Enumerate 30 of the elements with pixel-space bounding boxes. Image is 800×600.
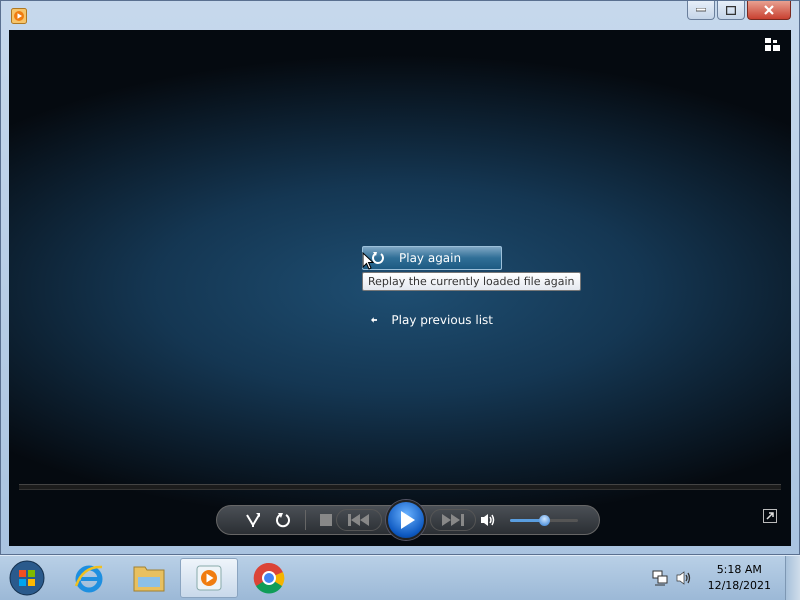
round-browser-icon — [253, 562, 285, 594]
menu-item[interactable]: Play previous list — [362, 308, 502, 332]
play-icon — [11, 8, 27, 24]
play-button[interactable] — [386, 500, 426, 540]
replay-icon — [371, 251, 385, 265]
repeat-icon[interactable] — [275, 512, 291, 528]
switch-view-icon[interactable] — [765, 38, 781, 52]
network-icon[interactable] — [652, 570, 668, 586]
next-button[interactable] — [430, 509, 476, 531]
play-icon — [196, 565, 222, 591]
maximize-icon — [726, 6, 736, 14]
speaker-icon[interactable] — [480, 513, 496, 527]
clock-date: 12/18/2021 — [708, 578, 771, 594]
previous-icon — [348, 514, 370, 526]
clock-time: 5:18 AM — [716, 562, 762, 578]
next-icon — [442, 514, 464, 526]
speaker-icon[interactable] — [676, 571, 692, 585]
start-orb-icon — [9, 560, 45, 596]
minimize-button[interactable] — [687, 1, 715, 20]
tooltip: Replay the currently loaded file again — [362, 272, 580, 291]
volume-slider[interactable] — [510, 513, 578, 527]
close-icon — [763, 5, 775, 15]
menu-item[interactable]: Play again — [362, 246, 502, 270]
mouse-cursor-icon — [362, 252, 374, 270]
minimize-icon — [696, 8, 706, 12]
switch-to-now-playing-icon[interactable] — [763, 509, 777, 523]
close-button[interactable] — [747, 1, 791, 20]
play-icon — [400, 510, 416, 530]
previous-button[interactable] — [336, 509, 382, 531]
maximize-button[interactable] — [717, 1, 745, 20]
